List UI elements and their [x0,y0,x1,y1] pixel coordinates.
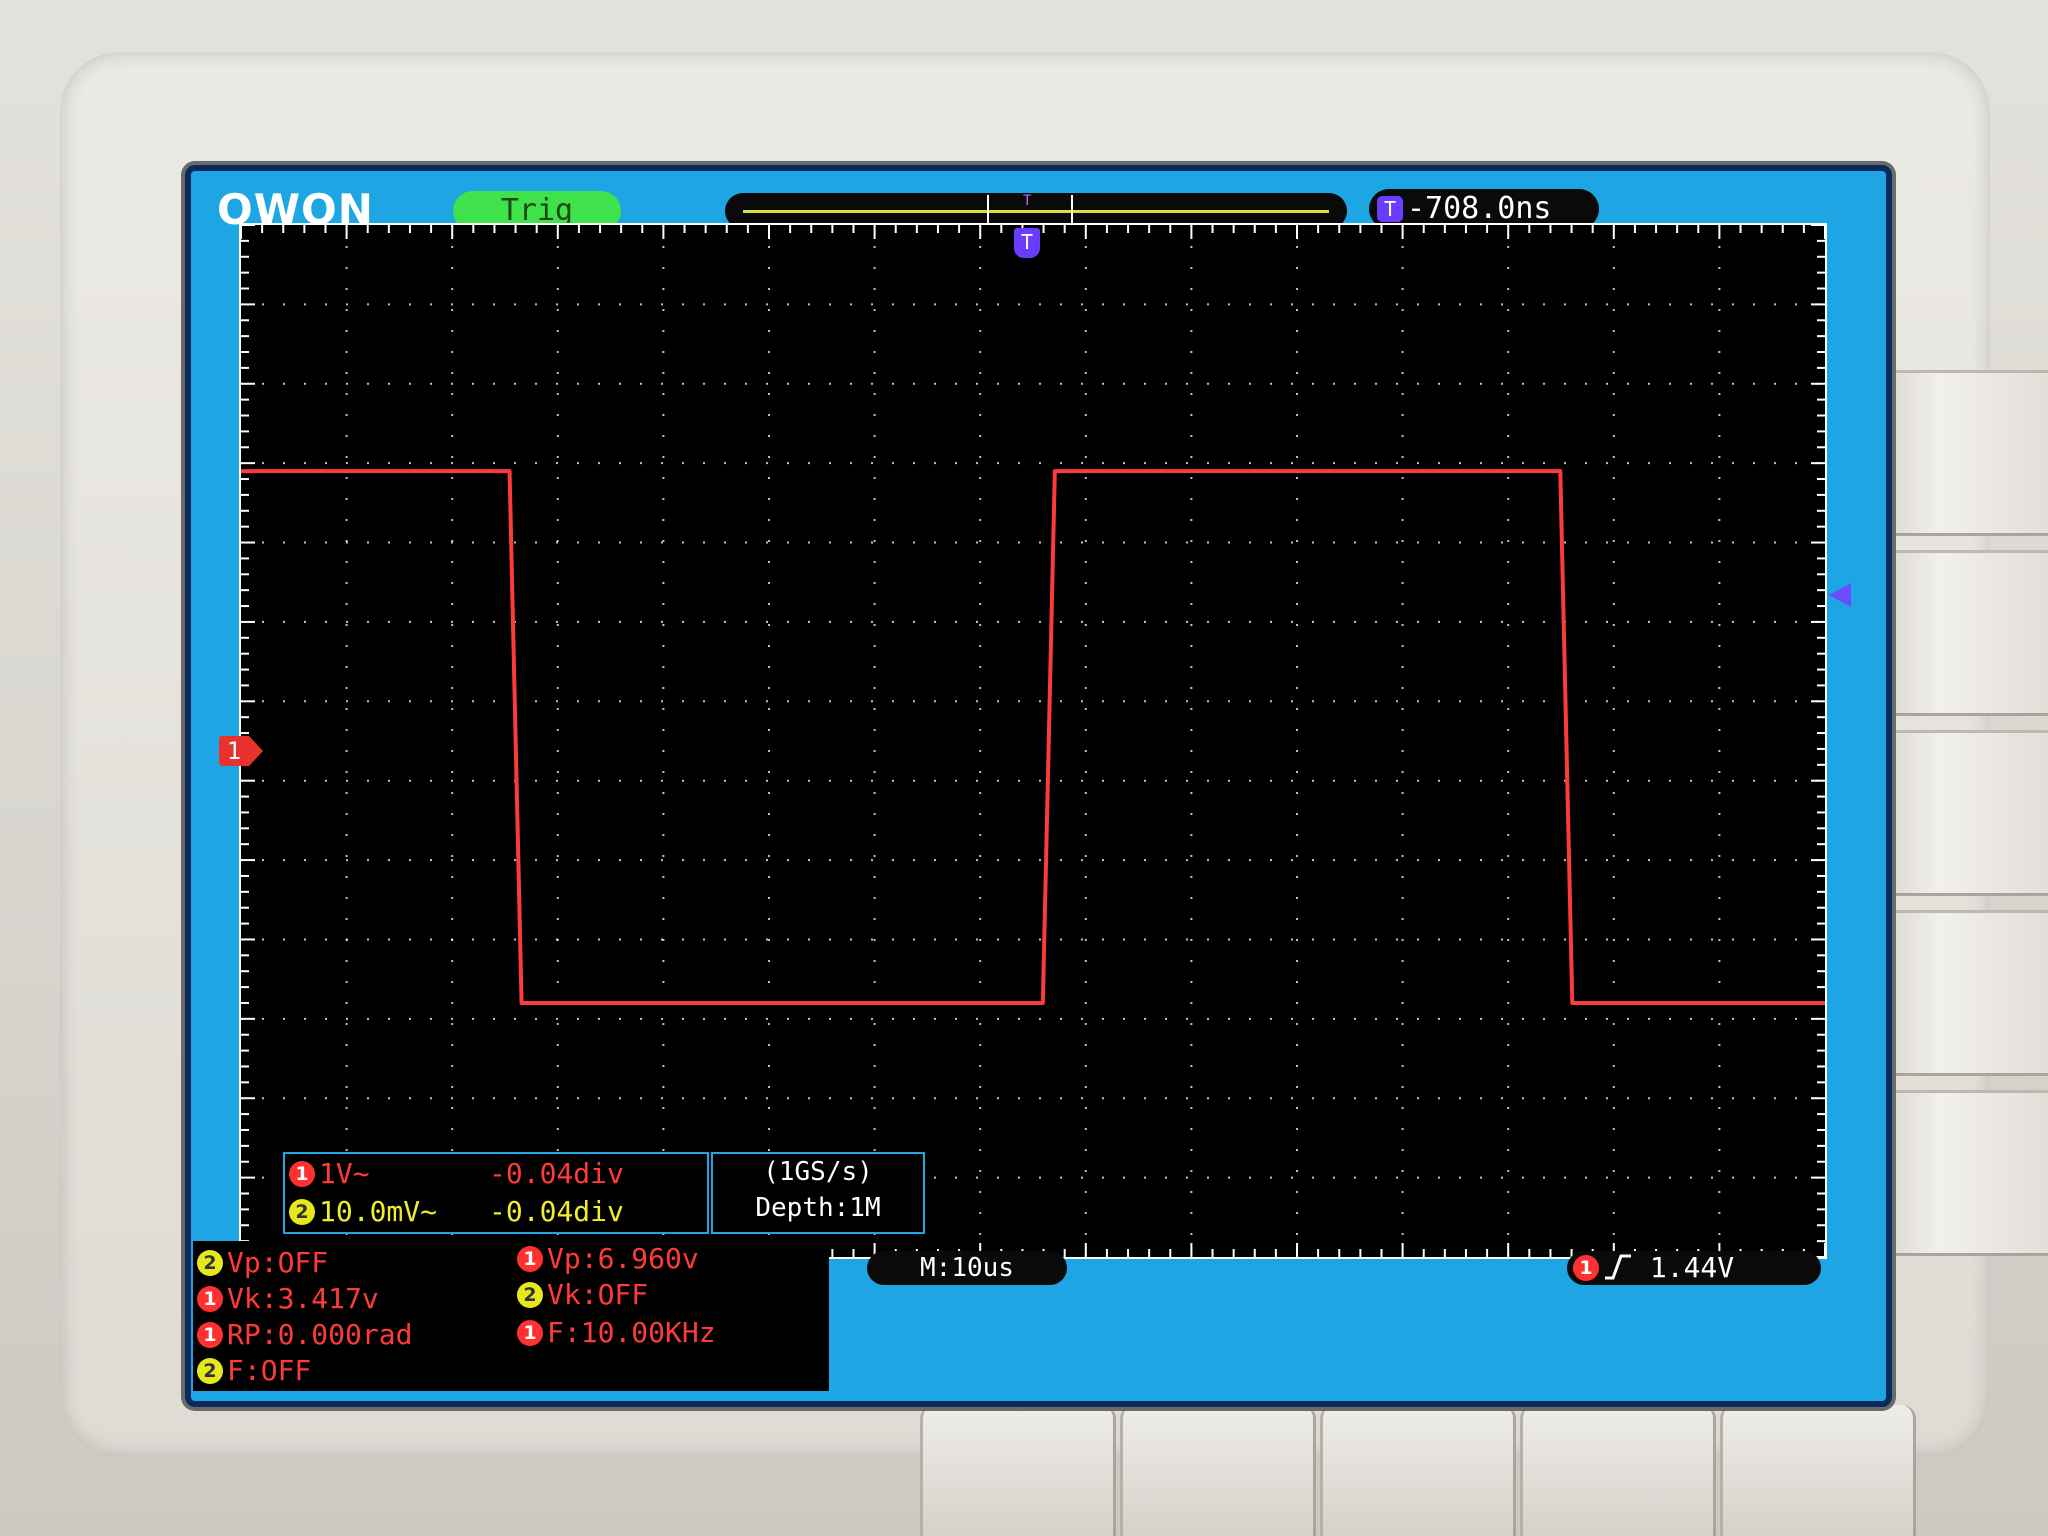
bottom-button-5[interactable] [1720,1405,1916,1536]
measurement-ch2-f: 2 F:OFF [197,1353,311,1389]
measurement-channel-icon: 2 [197,1250,223,1276]
trigger-level-marker[interactable] [1829,583,1851,607]
rising-edge-icon [1605,1254,1631,1280]
measurement-ch1-f: 1 F:10.00KHz [517,1315,716,1351]
measurement-ch1-vp: 1 Vp:6.960v [517,1241,699,1277]
channel-info-panel: 1 1V~ -0.04div 2 10.0mV~ -0.04div [283,1152,709,1234]
measurement-text: Vp:OFF [227,1246,329,1279]
channel-2-scale: 10.0mV~ [319,1195,438,1228]
measurement-text: F:OFF [227,1354,312,1387]
trigger-position-marker[interactable]: T [1014,228,1040,258]
bottom-button-4[interactable] [1520,1405,1716,1536]
channel-1-waveform [241,469,1825,1005]
channel-2-offset: -0.04div [489,1195,624,1228]
measurement-ch2-vp: 2 Vp:OFF [197,1245,328,1281]
bottom-button-2[interactable] [1120,1405,1316,1536]
measurement-text: Vp:6.960v [547,1242,699,1275]
measurement-channel-icon: 2 [517,1282,543,1308]
trigger-level-value: 1.44V [1649,1251,1735,1284]
channel-1-info: 1 1V~ -0.04div [289,1156,699,1192]
measurement-channel-icon: 1 [197,1286,223,1312]
bottom-button-3[interactable] [1320,1405,1516,1536]
measurement-ch1-rp: 1 RP:0.000rad [197,1317,412,1353]
memory-trigger-mark: T [1023,193,1032,209]
channel-1-icon: 1 [289,1161,315,1187]
waveform-graticule [239,223,1827,1259]
channel-1-offset: -0.04div [489,1157,624,1190]
channel-2-icon: 2 [289,1199,315,1225]
measurement-ch2-vk: 2 Vk:OFF [517,1277,648,1313]
measurement-text: F:10.00KHz [547,1316,716,1349]
side-menu-buttons [1870,370,2048,1270]
measurement-channel-icon: 1 [197,1322,223,1348]
measurement-panel: 2 Vp:OFF 1 Vk:3.417v 1 RP:0.000rad 2 F:OFF 1… [193,1241,829,1391]
bottom-button-1[interactable] [920,1405,1116,1536]
side-button-1[interactable] [1870,370,2048,536]
side-button-5[interactable] [1870,1090,2048,1256]
bottom-menu-buttons [920,1405,2048,1536]
measurement-text: Vk:OFF [547,1278,649,1311]
measurement-text: RP:0.000rad [227,1318,413,1351]
side-button-4[interactable] [1870,910,2048,1076]
graticule-svg [241,225,1825,1257]
memory-depth: Depth:1M [755,1193,881,1223]
oscilloscope-display: OWON Trig T T -708.0ns T 1 1 1V~ -0.04div … [185,165,1892,1407]
trigger-t-icon: T [1377,196,1403,222]
side-button-3[interactable] [1870,730,2048,896]
side-button-2[interactable] [1870,550,2048,716]
channel-1-scale: 1V~ [319,1157,370,1190]
trigger-source-icon: 1 [1573,1255,1599,1281]
measurement-channel-icon: 2 [197,1358,223,1384]
trigger-offset-value: -708.0ns [1407,191,1552,226]
measurement-ch1-vk: 1 Vk:3.417v [197,1281,379,1317]
oscilloscope-bezel: OWON Trig T T -708.0ns T 1 1 1V~ -0.04div … [0,0,2048,1536]
channel-1-offset-marker[interactable]: 1 [219,736,263,766]
trigger-info-readout: 1 1.44V [1567,1251,1821,1285]
channel-2-info: 2 10.0mV~ -0.04div [289,1194,699,1230]
acquisition-info: (1GS/s) Depth:1M [711,1152,925,1234]
measurement-text: Vk:3.417v [227,1282,379,1315]
measurement-channel-icon: 1 [517,1246,543,1272]
measurement-channel-icon: 1 [517,1320,543,1346]
sample-rate: (1GS/s) [763,1157,873,1187]
timebase-readout: M:10us [867,1251,1067,1285]
